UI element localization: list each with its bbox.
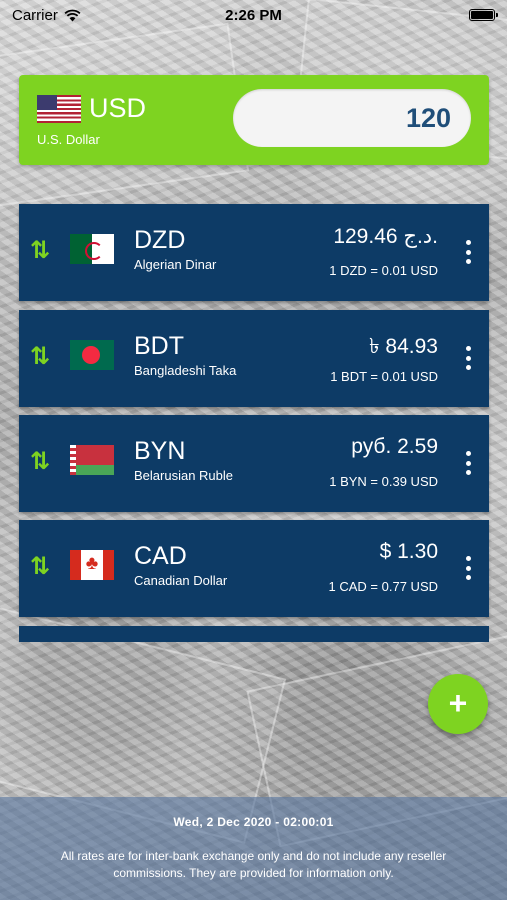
algeria-flag-icon (70, 234, 114, 264)
currency-row-cad[interactable]: ⇅ CAD Canadian Dollar $ 1.30 1 CAD = 0.7… (19, 520, 489, 617)
base-currency-card[interactable]: USD U.S. Dollar 120 (19, 75, 489, 165)
wifi-icon (64, 9, 81, 21)
more-options-icon[interactable] (463, 451, 473, 475)
more-options-icon[interactable] (463, 556, 473, 580)
converted-value: ৳ 84.93 (369, 335, 438, 358)
converted-value: 129.46 د.ج. (333, 225, 438, 248)
bangladesh-flag-icon (70, 340, 114, 370)
battery-icon (469, 9, 498, 21)
currency-name: Algerian Dinar (134, 257, 217, 272)
exchange-rate: 1 DZD = 0.01 USD (329, 263, 438, 278)
status-bar: Carrier 2:26 PM (0, 0, 507, 30)
swap-icon[interactable]: ⇅ (27, 552, 53, 582)
converted-value: $ 1.30 (379, 540, 438, 563)
exchange-rate: 1 CAD = 0.77 USD (328, 579, 438, 594)
exchange-rate: 1 BDT = 0.01 USD (330, 369, 438, 384)
currency-row-byn[interactable]: ⇅ BYN Belarusian Ruble руб. 2.59 1 BYN =… (19, 415, 489, 512)
currency-code: CAD (134, 542, 187, 570)
swap-icon[interactable]: ⇅ (27, 236, 53, 266)
canada-flag-icon (70, 550, 114, 580)
base-currency-code: USD (89, 93, 147, 123)
carrier-label: Carrier (12, 6, 58, 24)
more-options-icon[interactable] (463, 346, 473, 370)
currency-code: DZD (134, 226, 186, 254)
swap-icon[interactable]: ⇅ (27, 342, 53, 372)
currency-name: Canadian Dollar (134, 573, 228, 588)
rates-disclaimer: All rates are for inter-bank exchange on… (60, 849, 447, 880)
currency-code: BYN (134, 437, 186, 465)
currency-code: BDT (134, 332, 184, 360)
currency-row-dzd[interactable]: ⇅ DZD Algerian Dinar 129.46 د.ج. 1 DZD =… (19, 204, 489, 301)
us-flag-icon (37, 94, 81, 123)
amount-input[interactable]: 120 (233, 89, 471, 147)
base-currency-name: U.S. Dollar (37, 132, 100, 147)
rates-footer: Wed, 2 Dec 2020 - 02:00:01 All rates are… (0, 797, 507, 900)
currency-row-partial[interactable] (19, 626, 489, 642)
swap-icon[interactable]: ⇅ (27, 447, 53, 477)
add-currency-button[interactable]: + (428, 674, 488, 734)
converted-value: руб. 2.59 (351, 435, 438, 458)
currency-name: Bangladeshi Taka (134, 363, 237, 378)
rates-timestamp: Wed, 2 Dec 2020 - 02:00:01 (173, 815, 334, 829)
exchange-rate: 1 BYN = 0.39 USD (329, 474, 438, 489)
currency-name: Belarusian Ruble (134, 468, 234, 483)
belarus-flag-icon (70, 445, 114, 475)
currency-row-bdt[interactable]: ⇅ BDT Bangladeshi Taka ৳ 84.93 1 BDT = 0… (19, 310, 489, 407)
more-options-icon[interactable] (463, 240, 473, 264)
